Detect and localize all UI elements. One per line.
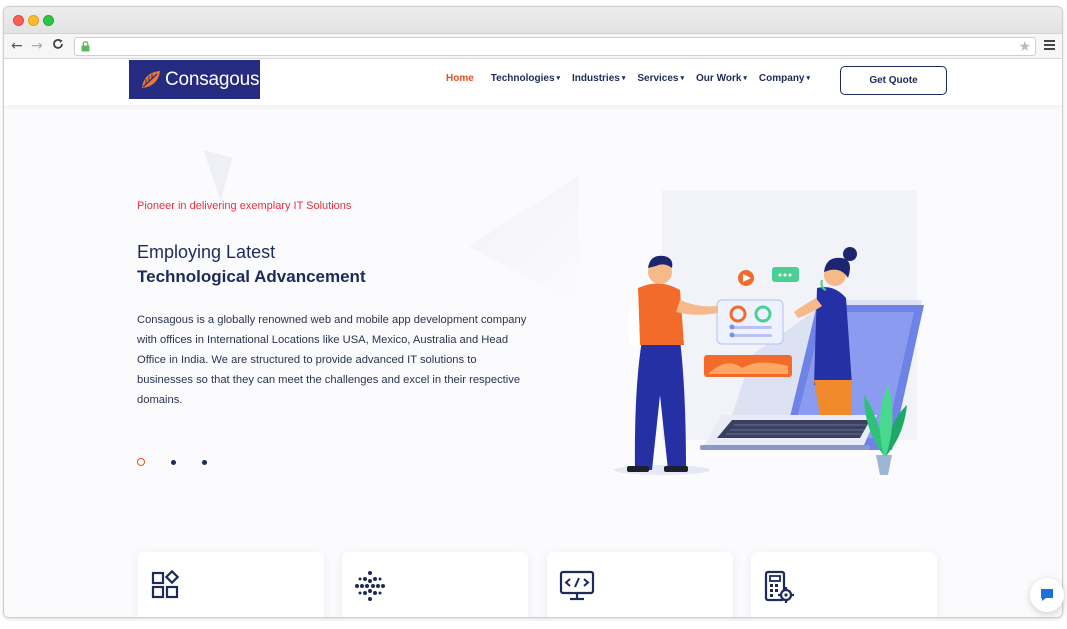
chevron-down-icon: ▾ (680, 75, 685, 82)
browser-toolbar: ← → ★ (4, 34, 1062, 59)
slider-dots (137, 458, 233, 466)
feature-card[interactable] (138, 552, 324, 617)
forward-arrow-icon[interactable]: → (31, 38, 43, 54)
hero-illustration (614, 190, 924, 475)
leaf-logo-icon (142, 70, 160, 88)
calculator-gear-icon (764, 570, 794, 603)
hero-title-line2: Technological Advancement (137, 267, 366, 286)
hero-description: Consagous is a globally renowned web and… (137, 314, 527, 406)
logo-text: Consagous (165, 68, 260, 90)
back-arrow-icon[interactable]: ← (11, 38, 23, 54)
reload-icon[interactable] (52, 38, 64, 54)
nav-label: Technologies (490, 73, 555, 84)
lock-icon (81, 41, 90, 52)
chevron-down-icon: ▾ (621, 75, 626, 82)
chat-bubble-icon (1041, 589, 1053, 601)
nav-industries[interactable]: Industries ▾ (572, 73, 625, 84)
chevron-down-icon: ▾ (806, 75, 810, 82)
slider-dot-2[interactable] (171, 459, 176, 465)
consagous-logo[interactable]: Consagous (129, 60, 260, 99)
chat-widget-button[interactable] (1030, 578, 1064, 612)
nav-home[interactable]: Home (446, 73, 474, 84)
slider-dot-3[interactable] (202, 459, 207, 465)
nav-label: Services (637, 73, 679, 84)
nav-technologies[interactable]: Technologies ▾ (491, 73, 560, 84)
chevron-down-icon: ▾ (556, 75, 561, 82)
site-header: Consagous Home Technologies ▾ Industries ▾… (4, 60, 1062, 105)
nav-company[interactable]: Company ▾ (759, 73, 810, 84)
minimize-window-button[interactable] (28, 15, 39, 26)
address-bar[interactable]: ★ (74, 37, 1036, 56)
nav-our-work[interactable]: Our Work ▾ (696, 73, 747, 84)
browser-menu-icon[interactable] (1044, 40, 1055, 50)
browser-window: ← → ★ Consagous Home Technologies ▾ Indu… (3, 6, 1063, 618)
hero-title-line1: Employing Latest (137, 242, 276, 262)
nav-label: Company (758, 73, 805, 84)
slider-dot-1[interactable] (137, 458, 145, 466)
feature-card[interactable] (342, 552, 528, 617)
monitor-code-icon (559, 570, 595, 601)
chevron-down-icon: ▾ (743, 75, 747, 82)
main-nav: Home Technologies ▾ Industries ▾ Services ▾… (446, 73, 822, 84)
maximize-window-button[interactable] (43, 15, 54, 26)
nav-label: Our Work (696, 73, 742, 84)
decorative-triangle (191, 149, 233, 202)
nav-label: Industries (572, 73, 620, 84)
get-quote-button[interactable]: Get Quote (840, 66, 947, 95)
hero-tagline: Pioneer in delivering exemplary IT Solut… (137, 200, 352, 212)
dots-circle-icon (355, 571, 385, 601)
decorative-triangle (469, 175, 579, 305)
bookmark-star-icon[interactable]: ★ (1018, 38, 1031, 55)
grid-shapes-icon (151, 570, 180, 599)
webpage: Consagous Home Technologies ▾ Industries ▾… (4, 60, 1062, 617)
feature-card[interactable] (751, 552, 937, 617)
nav-services[interactable]: Services ▾ (637, 73, 684, 84)
browser-titlebar (4, 7, 1062, 34)
feature-card[interactable] (547, 552, 733, 617)
nav-label: Home (446, 73, 474, 84)
close-window-button[interactable] (13, 15, 24, 26)
